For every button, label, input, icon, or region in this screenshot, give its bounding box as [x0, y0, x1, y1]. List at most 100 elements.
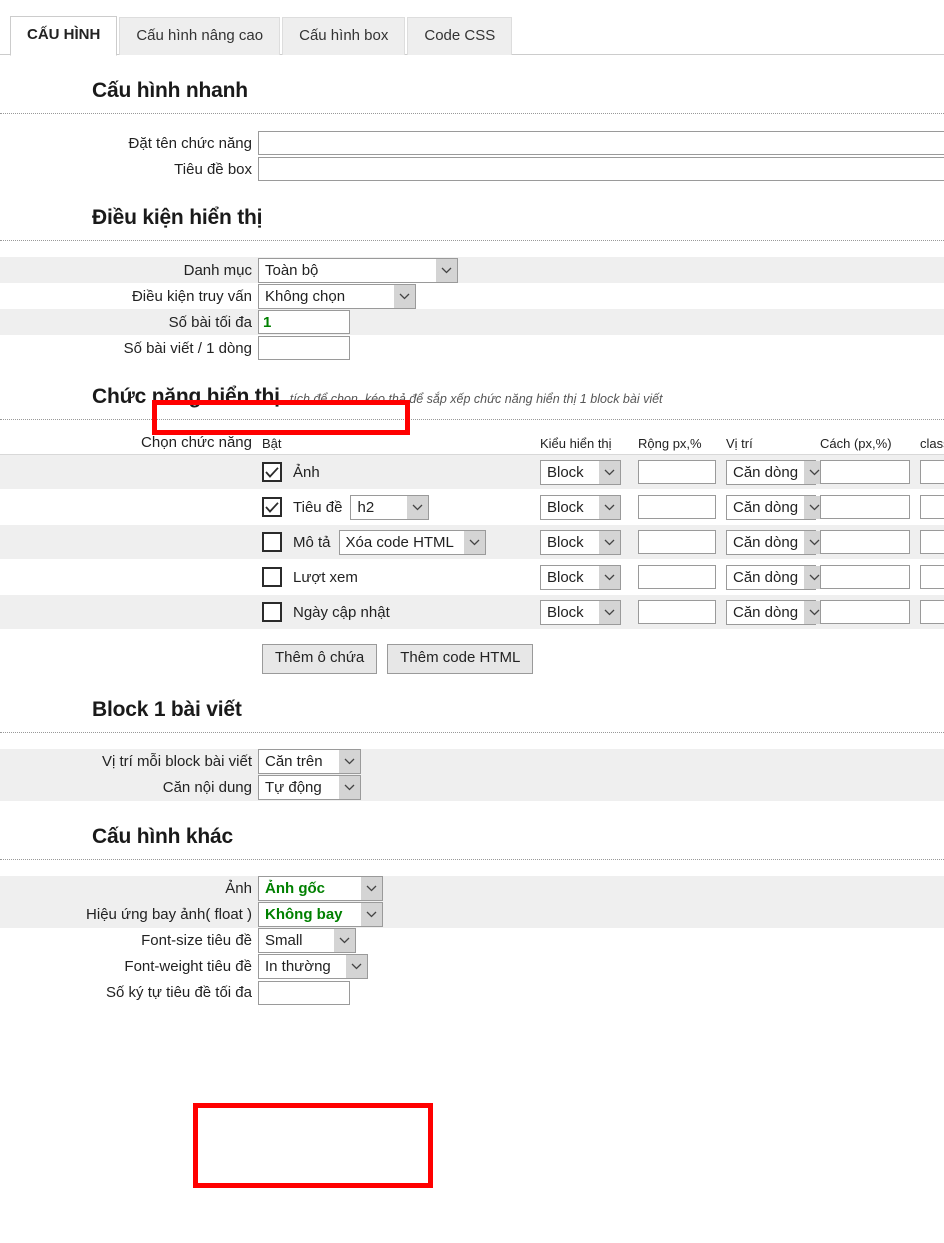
- display-type-select[interactable]: Block: [540, 459, 621, 485]
- form-row: Điều kiện truy vấn Không chọn: [0, 283, 944, 309]
- tab-cau-hinh-nang-cao[interactable]: Cấu hình nâng cao: [119, 17, 281, 55]
- chevron-down-icon: [339, 750, 360, 774]
- class-input[interactable]: [920, 600, 944, 624]
- section-title: Điều kiện hiển thị: [92, 206, 263, 229]
- field-label: Số bài viết / 1 dòng: [123, 339, 252, 357]
- tab-bar: CẤU HÌNH Cấu hình nâng cao Cấu hình box …: [0, 0, 944, 56]
- class-input[interactable]: [920, 565, 944, 589]
- tab-cau-hinh-box[interactable]: Cấu hình box: [282, 17, 406, 55]
- display-type-value: Block: [547, 498, 584, 516]
- table-row[interactable]: Ảnh Block Căn dòng: [0, 455, 944, 490]
- content-align-select[interactable]: Tự động: [258, 775, 361, 801]
- class-input[interactable]: [920, 460, 944, 484]
- query-condition-select-value: Không chọn: [265, 287, 346, 305]
- table-row[interactable]: Lượt xem Block Căn dòng: [0, 560, 944, 595]
- field-label: Đặt tên chức năng: [128, 134, 252, 152]
- function-table-body: Ảnh Block Căn dòng Tiêu đề h2 Block Căn …: [0, 454, 944, 630]
- section-divider: [0, 858, 944, 860]
- section-display-condition: Điều kiện hiển thị Danh mục Toàn bộ Điều…: [0, 182, 944, 361]
- display-type-select[interactable]: Block: [540, 564, 621, 590]
- display-type-value: Block: [547, 603, 584, 621]
- width-input[interactable]: [638, 600, 716, 624]
- width-input[interactable]: [638, 565, 716, 589]
- spacing-input[interactable]: [820, 530, 910, 554]
- max-posts-input[interactable]: [258, 310, 350, 334]
- table-row[interactable]: Tiêu đề h2 Block Căn dòng: [0, 490, 944, 525]
- spacing-input[interactable]: [820, 495, 910, 519]
- tab-label: Cấu hình box: [299, 27, 389, 44]
- table-row[interactable]: Mô tả Xóa code HTML Block Căn dòng: [0, 525, 944, 560]
- chevron-down-icon: [599, 600, 620, 624]
- table-row[interactable]: Ngày cập nhật Block Căn dòng: [0, 595, 944, 630]
- row-checkbox[interactable]: [262, 497, 282, 517]
- add-container-button[interactable]: Thêm ô chứa: [262, 644, 378, 674]
- description-mode-select[interactable]: Xóa code HTML: [338, 529, 486, 555]
- spacing-input[interactable]: [820, 565, 910, 589]
- form-row: Đặt tên chức năng: [0, 130, 944, 156]
- spacing-input[interactable]: [820, 460, 910, 484]
- column-header-class: class: [920, 436, 944, 451]
- block-one-post-rows: Vị trí mỗi block bài viết Căn trên Căn n…: [0, 748, 944, 801]
- chevron-down-icon: [361, 877, 382, 901]
- display-type-value: Block: [547, 463, 584, 481]
- field-label: Số ký tự tiêu đề tối đa: [106, 984, 252, 1002]
- block-position-select[interactable]: Căn trên: [258, 749, 361, 775]
- display-type-select[interactable]: Block: [540, 529, 621, 555]
- position-select[interactable]: Căn dòng: [726, 494, 826, 520]
- row-checkbox[interactable]: [262, 532, 282, 552]
- category-select[interactable]: Toàn bộ: [258, 257, 458, 283]
- highlight-box-image-settings: [193, 1103, 433, 1188]
- position-value: Căn dòng: [733, 498, 799, 516]
- function-table-actions: Thêm ô chứa Thêm code HTML: [0, 644, 944, 674]
- row-checkbox[interactable]: [262, 567, 282, 587]
- query-condition-select[interactable]: Không chọn: [258, 283, 416, 309]
- width-input[interactable]: [638, 495, 716, 519]
- position-select[interactable]: Căn dòng: [726, 564, 826, 590]
- section-header: Điều kiện hiển thị: [0, 182, 944, 234]
- chevron-down-icon: [346, 955, 367, 979]
- tab-code-css[interactable]: Code CSS: [407, 17, 513, 55]
- form-row: Ảnh Ảnh gốc: [0, 875, 944, 902]
- field-label: Font-size tiêu đề: [141, 932, 252, 950]
- section-block-one-post: Block 1 bài viết Vị trí mỗi block bài vi…: [0, 674, 944, 801]
- function-table: Chọn chức năng Bật Kiểu hiển thị Rộng px…: [0, 434, 944, 674]
- class-input[interactable]: [920, 495, 944, 519]
- field-label: Vị trí mỗi block bài viết: [101, 753, 252, 771]
- posts-per-row-input[interactable]: [258, 336, 350, 360]
- chevron-down-icon: [599, 530, 620, 554]
- title-font-size-select[interactable]: Small: [258, 928, 356, 954]
- display-type-select[interactable]: Block: [540, 494, 621, 520]
- width-input[interactable]: [638, 460, 716, 484]
- tab-label: CẤU HÌNH: [27, 26, 101, 43]
- section-header: Block 1 bài viết: [0, 674, 944, 726]
- row-checkbox[interactable]: [262, 462, 282, 482]
- title-font-weight-select[interactable]: In thường: [258, 954, 368, 980]
- width-input[interactable]: [638, 530, 716, 554]
- section-divider: [0, 731, 944, 733]
- function-name-input[interactable]: [258, 131, 944, 155]
- section-divider: [0, 240, 944, 241]
- add-html-code-button[interactable]: Thêm code HTML: [387, 644, 534, 674]
- box-title-input[interactable]: [258, 157, 944, 181]
- function-table-header: Chọn chức năng Bật Kiểu hiển thị Rộng px…: [0, 434, 944, 454]
- tab-cau-hinh[interactable]: CẤU HÌNH: [10, 16, 118, 56]
- image-float-effect-select[interactable]: Không bay: [258, 902, 383, 928]
- chevron-down-icon: [334, 929, 355, 953]
- content-align-value: Tự động: [265, 779, 322, 797]
- class-input[interactable]: [920, 530, 944, 554]
- form-row: Số bài tối đa: [0, 309, 944, 335]
- spacing-input[interactable]: [820, 600, 910, 624]
- function-name: Ảnh: [293, 463, 320, 481]
- position-select[interactable]: Căn dòng: [726, 459, 826, 485]
- position-select[interactable]: Căn dòng: [726, 529, 826, 555]
- max-title-chars-input[interactable]: [258, 980, 350, 1005]
- display-type-select[interactable]: Block: [540, 599, 621, 625]
- heading-tag-select[interactable]: h2: [350, 494, 430, 520]
- column-header-kieu: Kiểu hiển thị: [540, 436, 612, 451]
- form-row: Vị trí mỗi block bài viết Căn trên: [0, 748, 944, 775]
- position-select[interactable]: Căn dòng: [726, 599, 826, 625]
- section-other-config: Cấu hình khác Ảnh Ảnh gốc Hiệu ứng bay ả…: [0, 801, 944, 1006]
- row-checkbox[interactable]: [262, 602, 282, 622]
- image-mode-select[interactable]: Ảnh gốc: [258, 876, 383, 902]
- section-note: tích để chọn, kéo thả để sắp xếp chức nă…: [289, 392, 663, 406]
